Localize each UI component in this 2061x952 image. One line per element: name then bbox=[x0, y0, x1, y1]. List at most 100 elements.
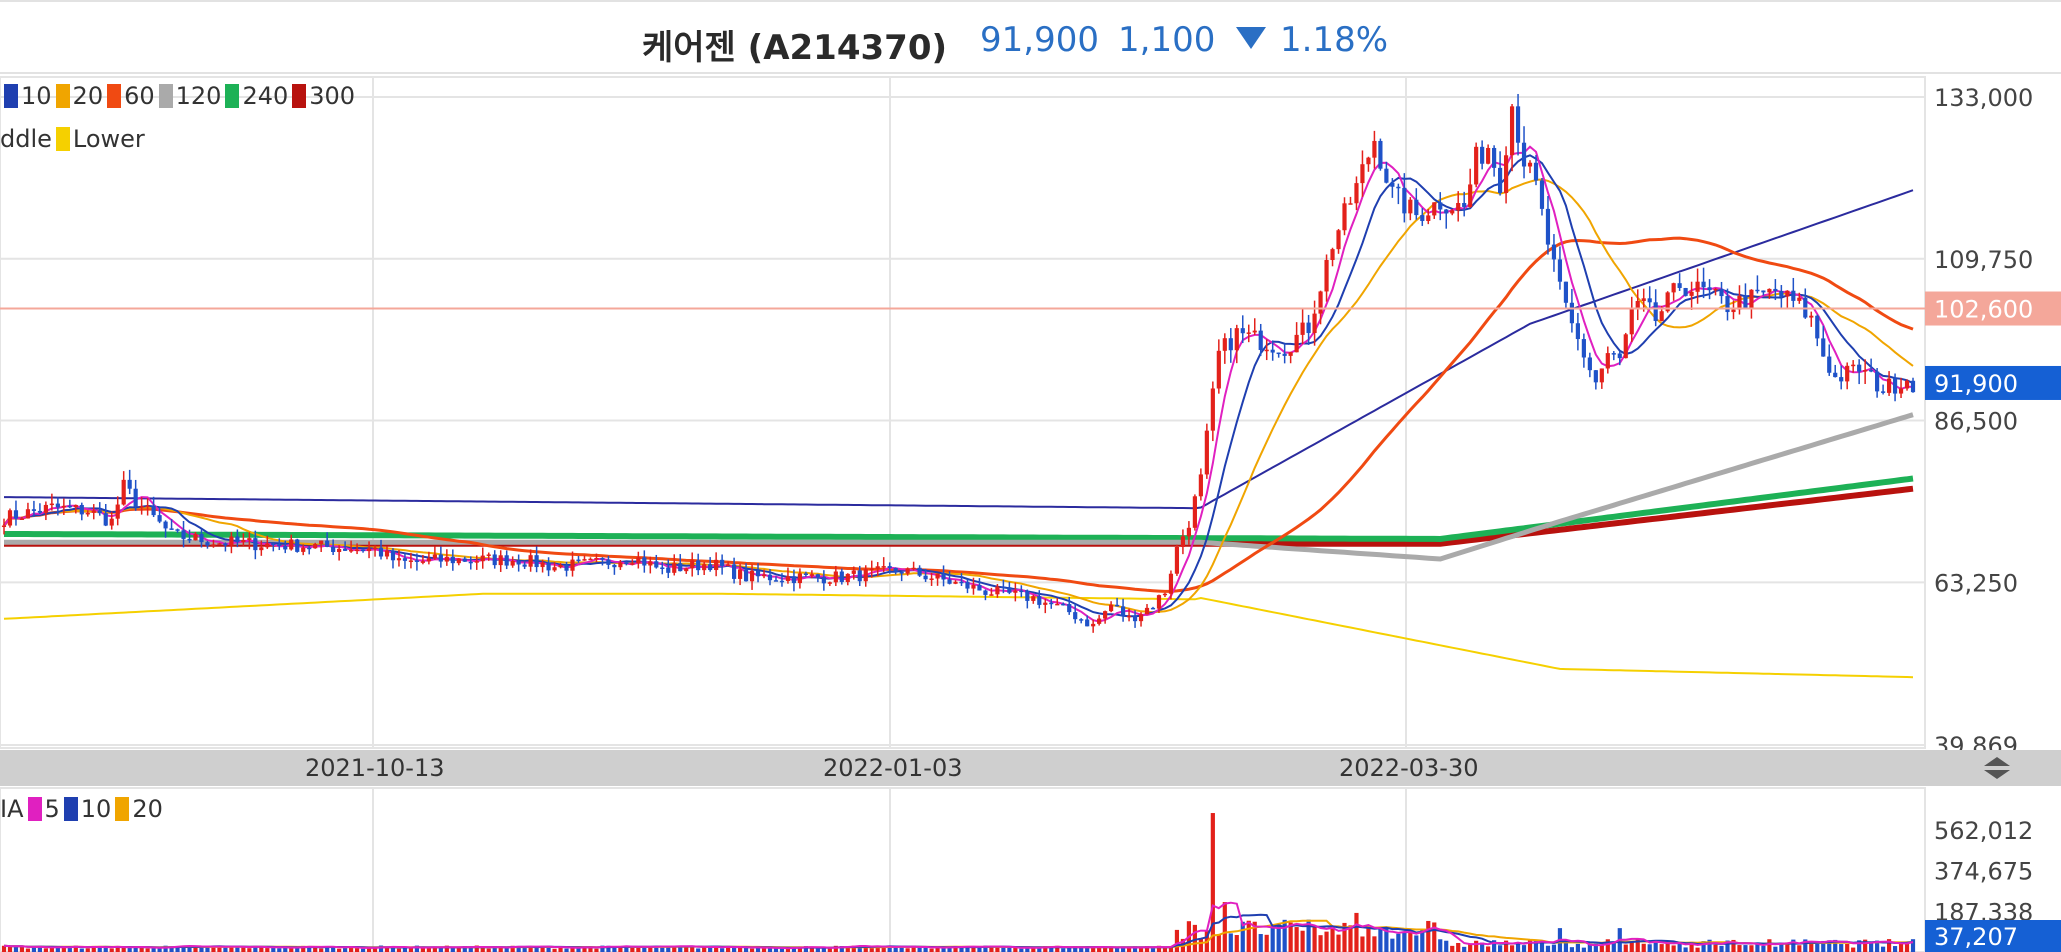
volume-bar bbox=[1414, 935, 1419, 952]
candle-body bbox=[815, 574, 820, 578]
candle-body bbox=[1330, 249, 1335, 261]
candle-body bbox=[1174, 547, 1180, 574]
volume-bar bbox=[1198, 938, 1203, 952]
candle-body bbox=[61, 505, 66, 508]
volume-bar bbox=[450, 948, 455, 952]
y-tick-label: 86,500 bbox=[1934, 408, 2018, 436]
volume-bar bbox=[1372, 936, 1377, 952]
candle-body bbox=[1623, 334, 1628, 359]
volume-bar bbox=[1486, 946, 1491, 952]
legend-label: 5 bbox=[44, 795, 60, 823]
volume-bar bbox=[1378, 928, 1383, 952]
legend-label: 10 bbox=[80, 795, 112, 823]
candle-body bbox=[247, 538, 252, 541]
candle-body bbox=[295, 539, 300, 552]
candle-body bbox=[1641, 298, 1646, 301]
volume-bar bbox=[1300, 930, 1305, 952]
candle-body bbox=[1833, 372, 1838, 378]
candle-body bbox=[223, 543, 228, 546]
candle-body bbox=[1593, 370, 1598, 383]
price-axis: 102,60091,900133,000109,75086,50063,2503… bbox=[1925, 84, 2061, 760]
volume-bar bbox=[25, 948, 31, 952]
volume-bar bbox=[564, 948, 569, 952]
candle-body bbox=[570, 559, 575, 571]
candle-body bbox=[1563, 281, 1569, 303]
candle-body bbox=[893, 567, 898, 572]
volume-bar bbox=[1797, 945, 1802, 952]
candle-body bbox=[1719, 288, 1724, 297]
candle-body bbox=[1324, 260, 1329, 292]
volume-bar bbox=[1456, 942, 1461, 952]
candle-body bbox=[743, 569, 749, 582]
volume-bar bbox=[1581, 947, 1586, 952]
y-tick-label: 63,250 bbox=[1934, 569, 2018, 597]
volume-bar bbox=[145, 948, 150, 952]
candle-body bbox=[809, 574, 814, 576]
candle-body bbox=[528, 555, 533, 567]
volume-bar bbox=[1174, 929, 1180, 952]
candle-body bbox=[25, 509, 31, 519]
volume-bar bbox=[905, 948, 910, 952]
candle-body bbox=[1210, 388, 1215, 431]
candle-body bbox=[49, 503, 54, 506]
legend-swatch bbox=[63, 797, 78, 821]
candle-body bbox=[1689, 291, 1694, 296]
candle-body bbox=[145, 505, 150, 508]
candle-body bbox=[193, 533, 198, 541]
candle-body bbox=[79, 504, 84, 515]
volume-bar bbox=[420, 948, 426, 952]
volume-bar bbox=[779, 948, 785, 952]
candle-body bbox=[1438, 202, 1443, 210]
legend-label: 300 bbox=[309, 82, 356, 110]
candle-body bbox=[731, 564, 737, 579]
volume-bar bbox=[85, 948, 90, 952]
candle-body bbox=[1659, 311, 1664, 321]
candle-body bbox=[977, 585, 982, 591]
candle-body bbox=[55, 503, 60, 508]
candle-body bbox=[402, 558, 408, 561]
candle-body bbox=[360, 549, 366, 552]
candle-body bbox=[1827, 356, 1832, 373]
volume-bar bbox=[1474, 940, 1479, 952]
candle-body bbox=[1073, 612, 1078, 620]
legend-label: 120 bbox=[175, 82, 222, 110]
candle-body bbox=[1509, 106, 1515, 156]
candle-body bbox=[1132, 615, 1138, 622]
volume-bar bbox=[995, 947, 1000, 952]
volume-bar bbox=[1444, 940, 1449, 952]
resize-handle-icon[interactable] bbox=[1980, 754, 2014, 782]
legend-label: 20 bbox=[72, 82, 104, 110]
candle-body bbox=[37, 510, 43, 513]
candle-body bbox=[1587, 357, 1592, 371]
candle-body bbox=[1079, 619, 1084, 621]
candle-body bbox=[1773, 288, 1778, 292]
candle-body bbox=[1755, 289, 1760, 292]
candle-body bbox=[953, 581, 958, 584]
candle-body bbox=[785, 576, 791, 581]
volume-bar bbox=[1450, 945, 1455, 952]
volume-bar bbox=[1109, 947, 1114, 952]
volume-bar bbox=[408, 948, 414, 952]
candle-body bbox=[325, 540, 330, 547]
legend-swatch bbox=[55, 84, 70, 108]
candle-body bbox=[839, 571, 844, 583]
candle-body bbox=[7, 510, 13, 526]
volume-bar bbox=[1719, 945, 1724, 952]
volume-bar bbox=[869, 948, 874, 952]
stock-chart[interactable]: 102,600 91,900 133,000 109,750 86,500 63,250 3… bbox=[0, 0, 2061, 952]
candle-body bbox=[1007, 587, 1012, 593]
candle-body bbox=[1150, 607, 1156, 610]
volume-bar bbox=[1318, 935, 1323, 952]
volume-bar bbox=[1138, 948, 1144, 952]
volume-bar bbox=[438, 947, 443, 952]
volume-bar bbox=[1354, 912, 1359, 952]
volume-bar bbox=[1426, 920, 1431, 952]
candle-body bbox=[540, 562, 545, 568]
volume-bar bbox=[1773, 946, 1778, 952]
volume-bar bbox=[1270, 926, 1275, 952]
candle-body bbox=[1414, 199, 1419, 216]
candle-body bbox=[289, 539, 294, 550]
candle-body bbox=[690, 560, 695, 569]
candle-body bbox=[169, 528, 174, 530]
volume-ma10-line bbox=[3, 913, 1914, 949]
